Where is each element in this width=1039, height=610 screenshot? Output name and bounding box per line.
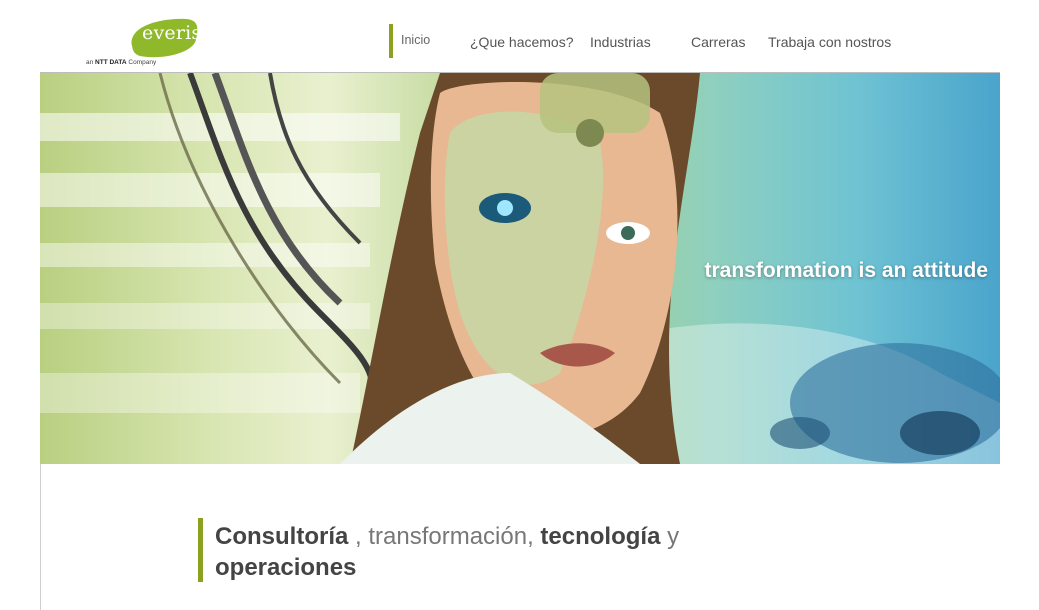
nav-item-trabaja-con-nostros[interactable]: Trabaja con nostros	[768, 34, 891, 50]
headline-text: Consultoría , transformación, tecnología…	[215, 523, 680, 581]
logo-brand: everis	[142, 22, 202, 44]
nav-item-inicio[interactable]: Inicio	[401, 33, 430, 47]
logo-tagline: an NTT DATA Company	[86, 59, 157, 66]
hero-caption: transformation is an attitude	[704, 259, 988, 282]
everis-logo[interactable]: everis an NTT DATA Company	[76, 12, 206, 70]
nav-item-industrias[interactable]: Industrias	[590, 34, 651, 50]
nav-active-indicator	[389, 24, 393, 58]
nav-item-carreras[interactable]: Carreras	[691, 34, 745, 50]
nav-item-que-hacemos[interactable]: ¿Que hacemos?	[470, 34, 574, 50]
headline-accent-bar	[198, 518, 203, 582]
hero-banner: transformation is an attitude	[40, 73, 1000, 464]
left-vertical-rule	[40, 464, 41, 610]
